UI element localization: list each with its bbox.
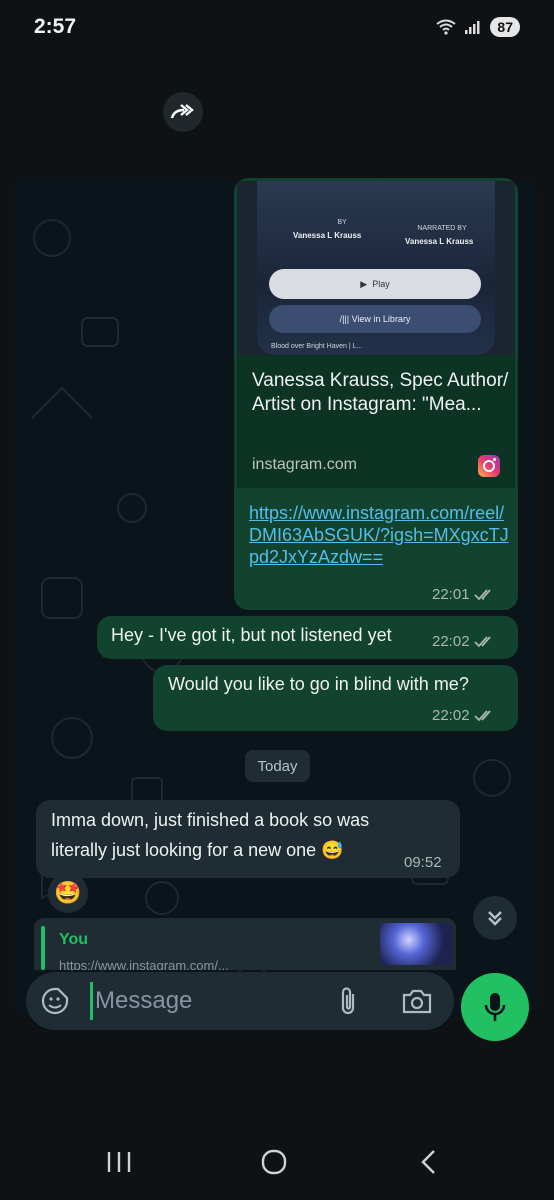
- status-icons: 87: [436, 17, 520, 37]
- message-composer: [26, 972, 454, 1030]
- emoji-sweat-smile: 😅: [321, 840, 344, 860]
- reply-snippet: https://www.instagram.com/...: [59, 958, 229, 970]
- reply-author: You: [59, 931, 89, 948]
- reply-accent-bar: [41, 926, 45, 970]
- reply-thumbnail: [380, 923, 452, 965]
- message-time: 22:01: [432, 586, 470, 603]
- attach-button[interactable]: [334, 986, 364, 1016]
- double-check-icon: [473, 635, 491, 647]
- reply-preview[interactable]: You https://www.instagram.com/...: [34, 918, 456, 970]
- status-bar: 2:57 87: [0, 0, 554, 56]
- preview-library-button: /||| View in Library: [269, 305, 481, 333]
- camera-icon: [402, 989, 432, 1014]
- message-text-line1: Imma down, just finished a book so was: [51, 810, 370, 830]
- back-icon[interactable]: [418, 1148, 438, 1176]
- signal-icon: [465, 21, 480, 34]
- message-text: Hey - I've got it, but not listened yet: [111, 625, 392, 645]
- message-time: 22:02: [432, 707, 470, 724]
- microphone-icon: [484, 993, 506, 1021]
- forward-button[interactable]: [163, 92, 203, 132]
- instagram-icon: [478, 455, 500, 477]
- message-meta: 22:01: [432, 586, 496, 603]
- message-time: 09:52: [404, 854, 442, 871]
- message-meta: 22:02: [432, 707, 496, 724]
- double-check-icon: [473, 709, 491, 721]
- preview-play-label: Play: [372, 279, 390, 289]
- double-check-icon: [473, 588, 491, 600]
- message-text-line2: literally just looking for a new one 😅: [51, 837, 344, 863]
- recent-apps-icon[interactable]: [106, 1150, 132, 1174]
- message-meta: 22:02: [432, 633, 496, 650]
- sticker-icon: [41, 987, 69, 1015]
- message-text: Would you like to go in blind with me?: [168, 674, 469, 694]
- system-navigation-bar: [0, 1120, 554, 1200]
- link-card[interactable]: Vanessa Krauss, Spec Author/ Artist on I…: [237, 355, 515, 488]
- preview-screenshot: BY Vanessa L Krauss NARRATED BY Vanessa …: [257, 181, 495, 355]
- battery-indicator: 87: [490, 17, 520, 37]
- message-reaction[interactable]: 🤩: [48, 873, 88, 913]
- day-divider: Today: [245, 750, 310, 782]
- link-card-title: Vanessa Krauss, Spec Author/ Artist on I…: [252, 370, 509, 415]
- play-icon: ▶: [360, 278, 368, 289]
- message-link[interactable]: https://www.instagram.com/reel/DMI63AbSG…: [249, 502, 509, 568]
- preview-play-button: ▶ Play: [269, 269, 481, 299]
- paperclip-icon: [341, 987, 355, 1015]
- sticker-button[interactable]: [40, 986, 70, 1016]
- camera-button[interactable]: [400, 986, 434, 1016]
- message-input[interactable]: [90, 982, 337, 1020]
- link-preview-image[interactable]: BY Vanessa L Krauss NARRATED BY Vanessa …: [237, 181, 515, 355]
- home-icon[interactable]: [260, 1148, 288, 1176]
- preview-narrated-name: Vanessa L Krauss: [405, 237, 474, 246]
- wifi-icon: [436, 19, 457, 35]
- preview-by-label: BY: [337, 219, 347, 226]
- preview-footer-text: Blood over Bright Haven | L...: [271, 343, 363, 350]
- status-time: 2:57: [34, 15, 77, 38]
- message-time: 22:02: [432, 633, 470, 650]
- preview-by-name: Vanessa L Krauss: [293, 231, 362, 240]
- scroll-to-bottom-button[interactable]: [473, 896, 517, 940]
- message-meta: 09:52: [404, 854, 442, 871]
- double-chevron-down-icon: [488, 911, 502, 926]
- message-text-line2-content: literally just looking for a new one: [51, 840, 317, 860]
- star-struck-emoji: 🤩: [54, 880, 82, 905]
- forward-icon: [170, 104, 194, 119]
- preview-narrated-label: NARRATED BY: [417, 225, 467, 232]
- link-card-domain: instagram.com: [252, 456, 357, 473]
- voice-message-button[interactable]: [461, 973, 529, 1041]
